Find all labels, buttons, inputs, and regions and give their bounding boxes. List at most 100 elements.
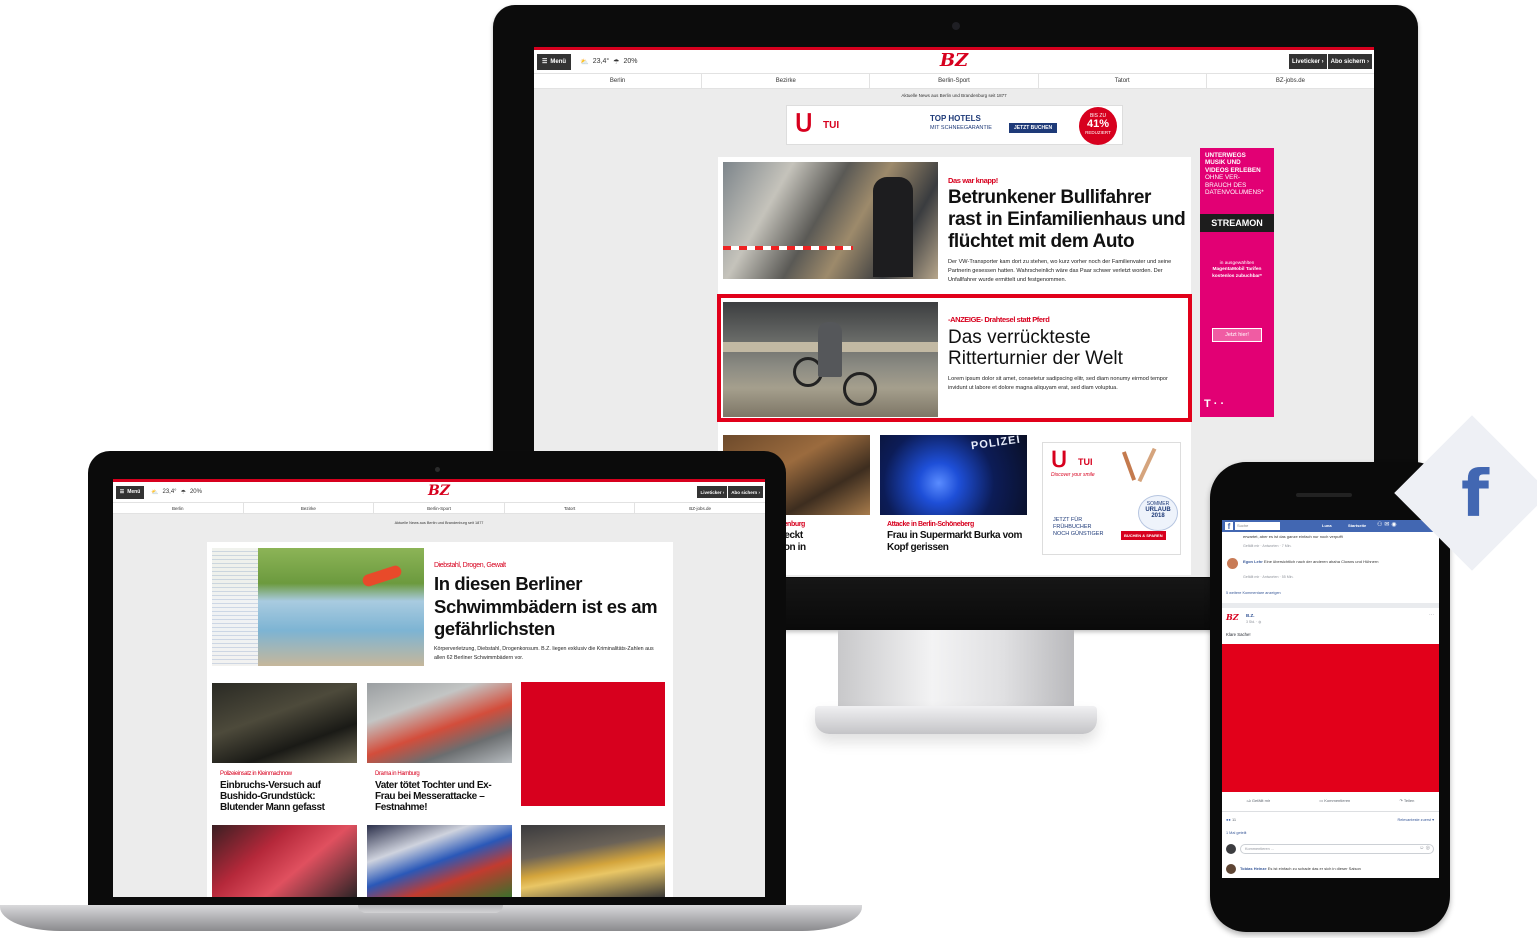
sky-small: MagentaMobil Tarifen bbox=[1212, 267, 1262, 273]
nav-item-tatort[interactable]: Tatort bbox=[505, 503, 636, 513]
teaser-mid-image[interactable]: POLIZEI bbox=[880, 435, 1027, 515]
skyscraper-copy: UNTERWEGS MUSIK UND VIDEOS ERLEBEN OHNE … bbox=[1200, 148, 1274, 200]
reaction-summary[interactable]: ●● 11 bbox=[1226, 817, 1236, 822]
like-button[interactable]: 👍︎ Gefällt mir bbox=[1247, 798, 1271, 810]
telekom-logo: T · · bbox=[1204, 398, 1225, 410]
teaser-image[interactable] bbox=[212, 683, 357, 763]
laptop-notch bbox=[358, 905, 503, 913]
more-options-icon[interactable]: ··· bbox=[1429, 612, 1434, 618]
abo-button[interactable]: Abo sichern › bbox=[728, 486, 763, 498]
fb-search-input[interactable]: Suche bbox=[1235, 522, 1280, 530]
nav-item-jobs[interactable]: BZ-jobs.de bbox=[635, 503, 765, 513]
teaser-image[interactable] bbox=[212, 825, 357, 897]
comment-text: Es ist einfach zu schade das er sich in … bbox=[1267, 866, 1361, 871]
phone-screen: f Suche Luna Startseite ⚇✉◉ erwartet, ab… bbox=[1222, 520, 1439, 878]
page-avatar-logo: BZ bbox=[1226, 612, 1239, 622]
native-ad-image[interactable] bbox=[723, 302, 938, 417]
lead-image[interactable] bbox=[723, 162, 938, 279]
fb-user[interactable]: Luna bbox=[1322, 523, 1332, 528]
nav-item-tatort[interactable]: Tatort bbox=[1039, 74, 1207, 88]
nav-item-bezirke[interactable]: Bezirke bbox=[244, 503, 375, 513]
tui-smile-icon: ᑌ bbox=[1051, 447, 1068, 472]
nav-item-sport[interactable]: Berlin-Sport bbox=[870, 74, 1039, 88]
sommer-badge: SOMMER URLAUB 2018 bbox=[1138, 495, 1178, 531]
teaser-mid-headline[interactable]: Frau in Supermarkt Burka vom Kopf geriss… bbox=[887, 530, 1027, 554]
header-actions: Liveticker › Abo sichern › bbox=[1288, 54, 1372, 69]
sky-line: VIDEOS ERLEBEN bbox=[1205, 166, 1261, 174]
avatar bbox=[1226, 844, 1236, 854]
nav-item-berlin[interactable]: Berlin bbox=[534, 74, 703, 88]
comment-author[interactable]: Tobias Heinze bbox=[1240, 866, 1267, 871]
discount-badge: BIS ZU 41% REDUZIERT bbox=[1079, 107, 1117, 145]
site-header: ☰ Menü ⛅ 23,4° ☂ 20% BZ Liveticker › Abo… bbox=[534, 50, 1374, 73]
abo-button[interactable]: Abo sichern › bbox=[1327, 54, 1372, 69]
liveticker-button[interactable]: Liveticker › bbox=[1288, 54, 1327, 69]
teaser-image[interactable] bbox=[521, 825, 665, 897]
native-headline[interactable]: Das verrückteste Ritterturnier der Welt bbox=[948, 327, 1188, 369]
menu-button[interactable]: ☰ Menü bbox=[537, 53, 571, 70]
post-media[interactable] bbox=[1222, 644, 1439, 792]
fb-logo-icon: f bbox=[1225, 522, 1233, 531]
nav-item-jobs[interactable]: BZ-jobs.de bbox=[1207, 74, 1374, 88]
comment-button[interactable]: ▭ Kommentieren bbox=[1319, 798, 1350, 810]
badge-year: 2018 bbox=[1151, 513, 1165, 519]
nav-item-berlin[interactable]: Berlin bbox=[113, 503, 244, 513]
comment-input[interactable]: Kommentieren ... bbox=[1240, 844, 1434, 854]
lead-headline[interactable]: In diesen Berliner Schwimmbädern ist es … bbox=[434, 573, 664, 641]
nav-item-sport[interactable]: Berlin-Sport bbox=[374, 503, 505, 513]
menu-button[interactable]: ☰ Menü bbox=[116, 485, 144, 499]
more-comments-link[interactable]: 5 weitere Kommentare anzeigen bbox=[1226, 591, 1281, 595]
shares-count[interactable]: 1 Mal geteilt bbox=[1226, 831, 1246, 835]
liveticker-button[interactable]: Liveticker › bbox=[697, 486, 728, 498]
ad-copy-line: JETZT FÜR bbox=[1053, 517, 1083, 523]
fb-home[interactable]: Startseite bbox=[1348, 523, 1366, 528]
sort-comments[interactable]: Relevanteste zuerst ▾ bbox=[1397, 817, 1434, 822]
tui-side-ad[interactable]: ᑌ TUI Discover your smile SOMMER URLAUB … bbox=[1042, 442, 1181, 555]
bz-logo[interactable]: BZ bbox=[940, 50, 968, 71]
ad-line2: MIT SCHNEEGARANTIE bbox=[930, 125, 992, 131]
divider bbox=[1222, 811, 1439, 812]
avatar bbox=[1226, 864, 1236, 874]
ad-copy-line: FRÜHBUCHER bbox=[1053, 524, 1092, 530]
tagline: Aktuelle News aus Berlin und Brandenburg… bbox=[901, 93, 1007, 98]
bz-logo[interactable]: BZ bbox=[428, 483, 450, 499]
teaser-mid-kicker: Attacke in Berlin-Schöneberg bbox=[887, 521, 974, 528]
teaser-kicker: Drama in Hamburg bbox=[375, 771, 420, 777]
teaser-headline[interactable]: Einbruchs-Versuch auf Bushido-Grundstück… bbox=[220, 780, 355, 813]
skyscraper-cta-button[interactable]: Jetzt hier! bbox=[1212, 328, 1262, 342]
lead-kicker: Das war knapp! bbox=[948, 176, 998, 185]
teaser-image[interactable] bbox=[367, 683, 512, 763]
badge-bottom: REDUZIERT bbox=[1085, 130, 1111, 135]
comment-actions[interactable]: Gefällt mir · Antworten · 7 Min. bbox=[1243, 544, 1292, 548]
share-button[interactable]: ↷ Teilen bbox=[1400, 798, 1415, 810]
telekom-skyscraper-ad[interactable]: UNTERWEGS MUSIK UND VIDEOS ERLEBEN OHNE … bbox=[1200, 148, 1274, 417]
teaser-headline[interactable]: Vater tötet Tochter und Ex-Frau bei Mess… bbox=[375, 780, 510, 813]
person-silhouette bbox=[873, 177, 913, 277]
sky-line: MUSIK UND bbox=[1205, 159, 1241, 167]
bike-wheel bbox=[843, 372, 877, 406]
polizei-text: POLIZEI bbox=[970, 435, 1022, 453]
post-time: 3 Std. · ◍ bbox=[1246, 620, 1262, 624]
pool-image[interactable] bbox=[212, 548, 424, 666]
phone-speaker bbox=[1296, 493, 1352, 497]
tui-top-ad[interactable]: ᑌ TUI TOP HOTELS MIT SCHNEEGARANTIE JETZ… bbox=[786, 105, 1123, 145]
water-slide bbox=[361, 564, 403, 588]
monitor-camera bbox=[952, 22, 960, 30]
umbrella-icon: ☂ bbox=[180, 489, 186, 496]
ad-placeholder[interactable] bbox=[521, 682, 665, 806]
emoji-camera-icons[interactable]: ☺ ◎ bbox=[1419, 845, 1430, 851]
comment-author[interactable]: Egon Lehr bbox=[1243, 559, 1263, 564]
nav-item-bezirke[interactable]: Bezirke bbox=[702, 74, 871, 88]
teaser-image[interactable] bbox=[367, 825, 512, 897]
page-name[interactable]: B.Z. bbox=[1246, 613, 1255, 618]
native-teaser: Lorem ipsum dolor sit amet, consetetur s… bbox=[948, 376, 1168, 391]
ad-copy-line: NOCH GÜNSTIGER bbox=[1053, 531, 1104, 537]
ad-side-cta-button[interactable]: BUCHEN & SPAREN bbox=[1121, 531, 1166, 540]
comment-actions[interactable]: Gefällt mir · Antworten · 55 Min. bbox=[1243, 575, 1294, 579]
post-text: Klare Sache! bbox=[1226, 632, 1251, 637]
lead-headline[interactable]: Betrunkener Bullifahrer rast in Einfamil… bbox=[948, 187, 1186, 253]
fb-notification-icons[interactable]: ⚇✉◉ bbox=[1377, 521, 1399, 528]
lead-kicker: Diebstahl, Drogen, Gewalt bbox=[434, 562, 506, 569]
police-tape bbox=[723, 246, 853, 250]
ad-cta-button[interactable]: JETZT BUCHEN bbox=[1009, 123, 1058, 133]
